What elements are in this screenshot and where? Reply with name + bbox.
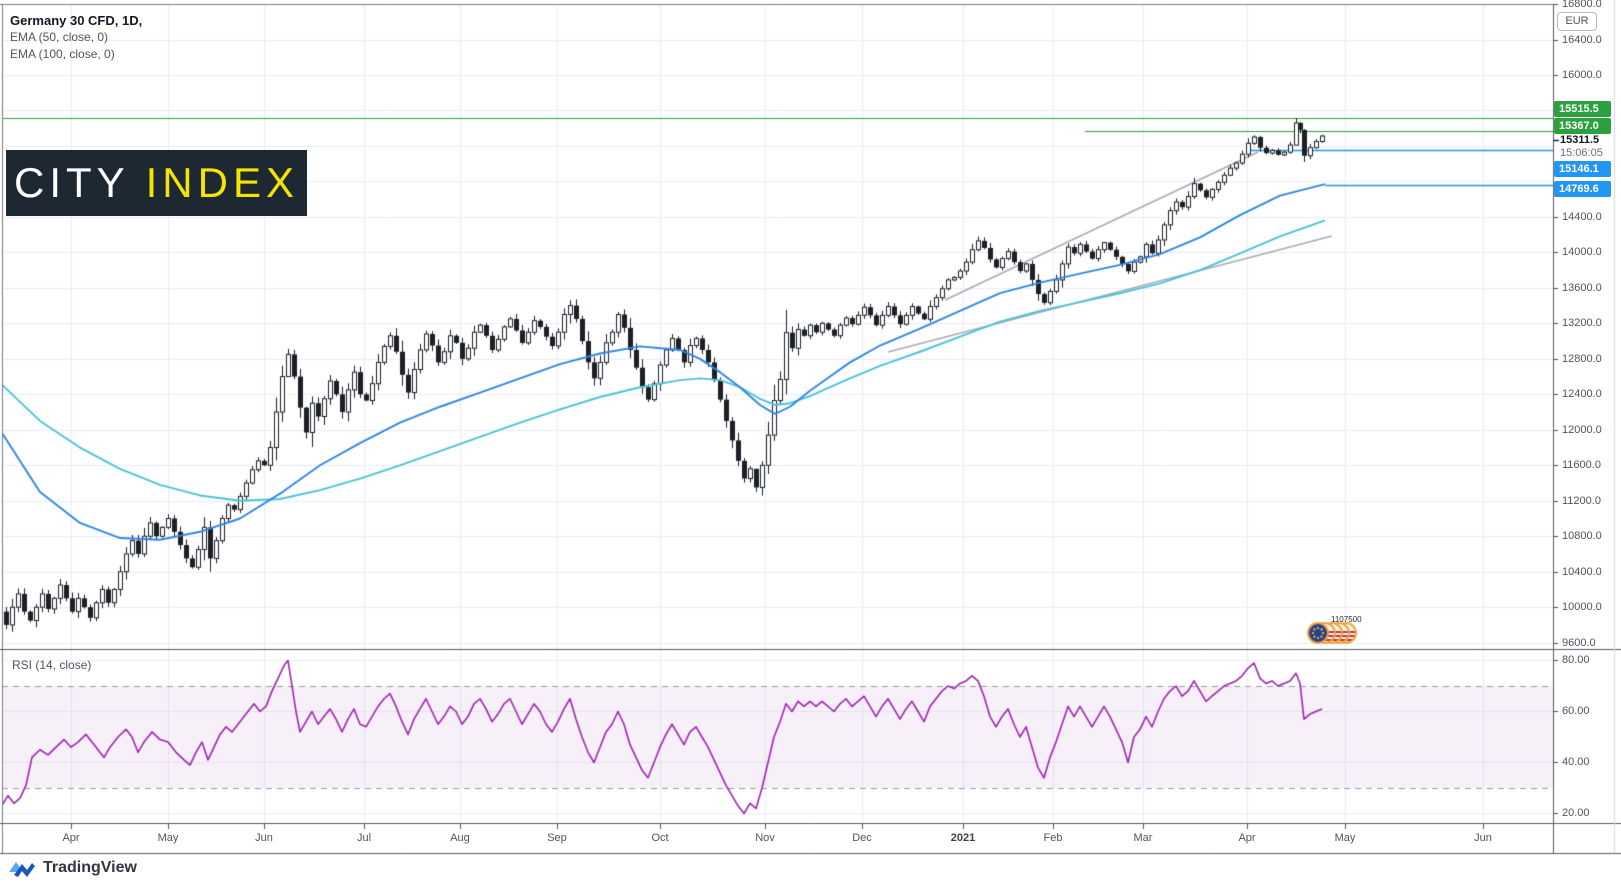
tradingview-logo-text: TradingView	[43, 859, 137, 877]
rsi-legend[interactable]: RSI (14, close)	[12, 658, 91, 672]
symbol-title[interactable]: Germany 30 CFD, 1D,	[10, 12, 142, 29]
price-level-badge-green-1: 15515.5	[1554, 101, 1611, 117]
city-index-watermark-text: CITY INDEX	[14, 159, 299, 207]
time-axis[interactable]	[0, 823, 1553, 853]
main-chart-panel[interactable]	[0, 4, 1553, 649]
tradingview-icon	[8, 858, 36, 878]
currency-unit-badge: EUR	[1557, 12, 1597, 31]
trading-chart-window: CITY INDEX Germany 30 CFD, 1D, EMA (50, …	[0, 0, 1621, 892]
last-update-time: 15:06:05	[1560, 147, 1603, 159]
price-level-badge-blue-2: 14769.6	[1554, 181, 1611, 197]
price-level-badge-green-2: 15367.0	[1554, 118, 1611, 134]
chart-legend[interactable]: Germany 30 CFD, 1D, EMA (50, close, 0) E…	[10, 12, 142, 63]
legend-ema50[interactable]: EMA (50, close, 0)	[10, 29, 142, 46]
price-level-badge-blue-1: 15146.1	[1554, 161, 1611, 177]
legend-ema100[interactable]: EMA (100, close, 0)	[10, 46, 142, 63]
tradingview-logo[interactable]: TradingView	[8, 858, 137, 878]
event-marker-label: 1107500	[1331, 615, 1362, 624]
rsi-panel[interactable]	[0, 649, 1553, 823]
last-price-label: 15311.5	[1560, 134, 1599, 146]
city-index-watermark: CITY INDEX	[6, 150, 307, 216]
